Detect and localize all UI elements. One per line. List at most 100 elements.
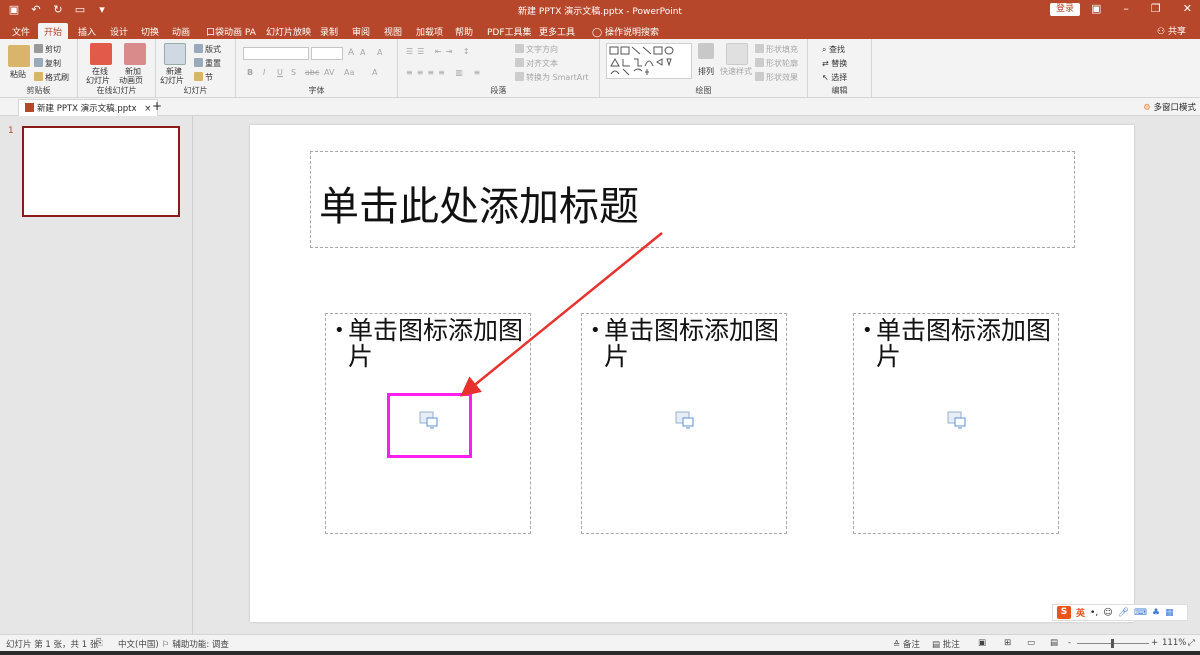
- section-button[interactable]: 节: [194, 72, 213, 83]
- multi-window-button[interactable]: ⚙ 多窗口模式: [1143, 101, 1196, 113]
- notes-button[interactable]: ≙ 备注: [893, 638, 920, 650]
- tab-pocket-animation[interactable]: 口袋动画 PA: [200, 23, 262, 39]
- font-color-button[interactable]: A: [372, 68, 377, 77]
- zoom-in-button[interactable]: +: [1151, 638, 1158, 648]
- find-button[interactable]: ⌕ 查找: [822, 44, 845, 55]
- close-icon[interactable]: ✕: [1183, 2, 1192, 15]
- tab-record[interactable]: 录制: [314, 23, 344, 39]
- shape-effects-button[interactable]: 形状效果: [755, 72, 798, 83]
- close-tab-icon[interactable]: ×: [144, 104, 151, 114]
- format-painter-button[interactable]: 格式刷: [34, 72, 69, 83]
- tab-insert[interactable]: 插入: [72, 23, 102, 39]
- toolbox-icon[interactable]: ▦: [1165, 608, 1174, 618]
- paste-button[interactable]: 粘贴: [10, 69, 26, 80]
- paste-icon[interactable]: [8, 45, 30, 67]
- copy-label: 复制: [45, 59, 61, 68]
- tab-home[interactable]: 开始: [38, 23, 69, 39]
- title-placeholder[interactable]: 单击此处添加标题: [310, 151, 1075, 248]
- insert-picture-icon[interactable]: [675, 410, 695, 430]
- tab-pdf-tools[interactable]: PDF工具集: [481, 23, 538, 39]
- document-tab[interactable]: 新建 PPTX 演示文稿.pptx ×: [18, 99, 159, 116]
- copy-button[interactable]: 复制: [34, 58, 61, 69]
- shadow-button[interactable]: S: [291, 68, 296, 77]
- shrink-font-button[interactable]: A: [360, 48, 365, 57]
- shapes-gallery[interactable]: [606, 43, 692, 79]
- window-controls: ▣ – ❐ ✕: [1091, 2, 1192, 15]
- slide-thumbnail[interactable]: [22, 126, 180, 217]
- share-button[interactable]: ⚇ 共享: [1157, 24, 1186, 37]
- content-placeholder-3[interactable]: • 单击图标添加图片: [853, 313, 1059, 534]
- zoom-level[interactable]: 111%: [1162, 638, 1186, 648]
- accessibility-status[interactable]: ⚐ 辅助功能: 调查: [162, 638, 229, 650]
- tab-transitions[interactable]: 切换: [135, 23, 165, 39]
- content-placeholder-2[interactable]: • 单击图标添加图片: [581, 313, 787, 534]
- strikethrough-button[interactable]: abc: [305, 68, 319, 77]
- change-case-button[interactable]: Aa: [344, 68, 354, 77]
- align-buttons[interactable]: ≡≡≡≡ ▥ ≡: [406, 68, 484, 77]
- tab-file[interactable]: 文件: [6, 23, 36, 39]
- tab-addins[interactable]: 加载项: [410, 23, 449, 39]
- smartart-button[interactable]: 转换为 SmartArt: [515, 72, 589, 83]
- tab-design[interactable]: 设计: [104, 23, 134, 39]
- effects-icon: [755, 72, 764, 81]
- slide-sorter-icon[interactable]: ⊞: [1004, 638, 1011, 648]
- minimize-icon[interactable]: –: [1123, 2, 1129, 15]
- online-slides-icon[interactable]: [90, 43, 112, 65]
- layout-button[interactable]: 版式: [194, 44, 221, 55]
- underline-button[interactable]: U: [277, 68, 283, 77]
- quick-styles-icon[interactable]: [726, 43, 748, 65]
- align-text-button[interactable]: 对齐文本: [515, 58, 558, 69]
- arrange-button[interactable]: 排列: [698, 66, 714, 77]
- cut-button[interactable]: 剪切: [34, 44, 61, 55]
- tab-help[interactable]: 帮助: [449, 23, 479, 39]
- language-status[interactable]: 中文(中国): [118, 638, 159, 650]
- skin-icon[interactable]: ♣: [1152, 608, 1160, 618]
- reset-label: 重置: [205, 59, 221, 68]
- text-direction-button[interactable]: 文字方向: [515, 44, 558, 55]
- spelling-check-icon[interactable]: ⎘: [96, 638, 103, 648]
- tab-animations[interactable]: 动画: [166, 23, 196, 39]
- emoji-icon[interactable]: ☺: [1103, 608, 1112, 618]
- reset-button[interactable]: 重置: [194, 58, 221, 69]
- list-buttons[interactable]: ☰☰ ⇤⇥ ↕: [406, 47, 474, 56]
- keyboard-icon[interactable]: ⌨: [1134, 608, 1147, 618]
- italic-button[interactable]: I: [263, 68, 265, 77]
- shape-outline-button[interactable]: 形状轮廓: [755, 58, 798, 69]
- ribbon-display-icon[interactable]: ▣: [1091, 2, 1101, 15]
- char-spacing-button[interactable]: AV: [324, 68, 334, 77]
- select-button[interactable]: ↖ 选择: [822, 72, 847, 83]
- login-button[interactable]: 登录: [1050, 3, 1080, 16]
- comments-button[interactable]: ▤ 批注: [932, 638, 960, 650]
- reading-view-icon[interactable]: ▭: [1027, 638, 1035, 648]
- restore-icon[interactable]: ❐: [1151, 2, 1161, 15]
- add-tab-button[interactable]: +: [152, 99, 162, 113]
- normal-view-icon[interactable]: ▣: [978, 638, 986, 648]
- slideshow-icon[interactable]: ▤: [1050, 638, 1058, 648]
- zoom-out-button[interactable]: -: [1068, 638, 1071, 648]
- microphone-icon[interactable]: 🎤︎: [1118, 608, 1129, 618]
- tab-review[interactable]: 审阅: [346, 23, 376, 39]
- slide[interactable]: 单击此处添加标题 • 单击图标添加图片 • 单击图标添加图片 • 单击图标添加图片: [250, 125, 1134, 622]
- font-size-combo[interactable]: [311, 47, 343, 60]
- tell-me-search[interactable]: ◯ 操作说明搜索: [586, 23, 665, 39]
- fit-to-window-icon[interactable]: ⤢: [1188, 638, 1195, 648]
- insert-picture-icon[interactable]: [947, 410, 967, 430]
- tab-slideshow[interactable]: 幻灯片放映: [260, 23, 317, 39]
- tab-view[interactable]: 视图: [378, 23, 408, 39]
- clear-format-button[interactable]: A: [377, 48, 382, 57]
- bold-button[interactable]: B: [247, 68, 253, 77]
- zoom-slider-thumb[interactable]: [1111, 639, 1114, 648]
- grow-font-button[interactable]: A: [348, 48, 354, 58]
- quick-styles-button[interactable]: 快速样式: [720, 66, 752, 77]
- person-icon: ⚇: [1157, 27, 1168, 37]
- new-animation-page-icon[interactable]: [124, 43, 146, 65]
- ime-language[interactable]: 英: [1076, 606, 1085, 619]
- tab-more-tools[interactable]: 更多工具: [533, 23, 581, 39]
- arrange-icon[interactable]: [698, 43, 714, 59]
- ime-toolbar[interactable]: S 英 •, ☺ 🎤︎ ⌨ ♣ ▦: [1052, 604, 1188, 621]
- shape-fill-button[interactable]: 形状填充: [755, 44, 798, 55]
- new-slide-icon[interactable]: [164, 43, 186, 65]
- punctuation-icon[interactable]: •,: [1090, 608, 1098, 618]
- replace-button[interactable]: ⇄ 替换: [822, 58, 847, 69]
- font-name-combo[interactable]: [243, 47, 309, 60]
